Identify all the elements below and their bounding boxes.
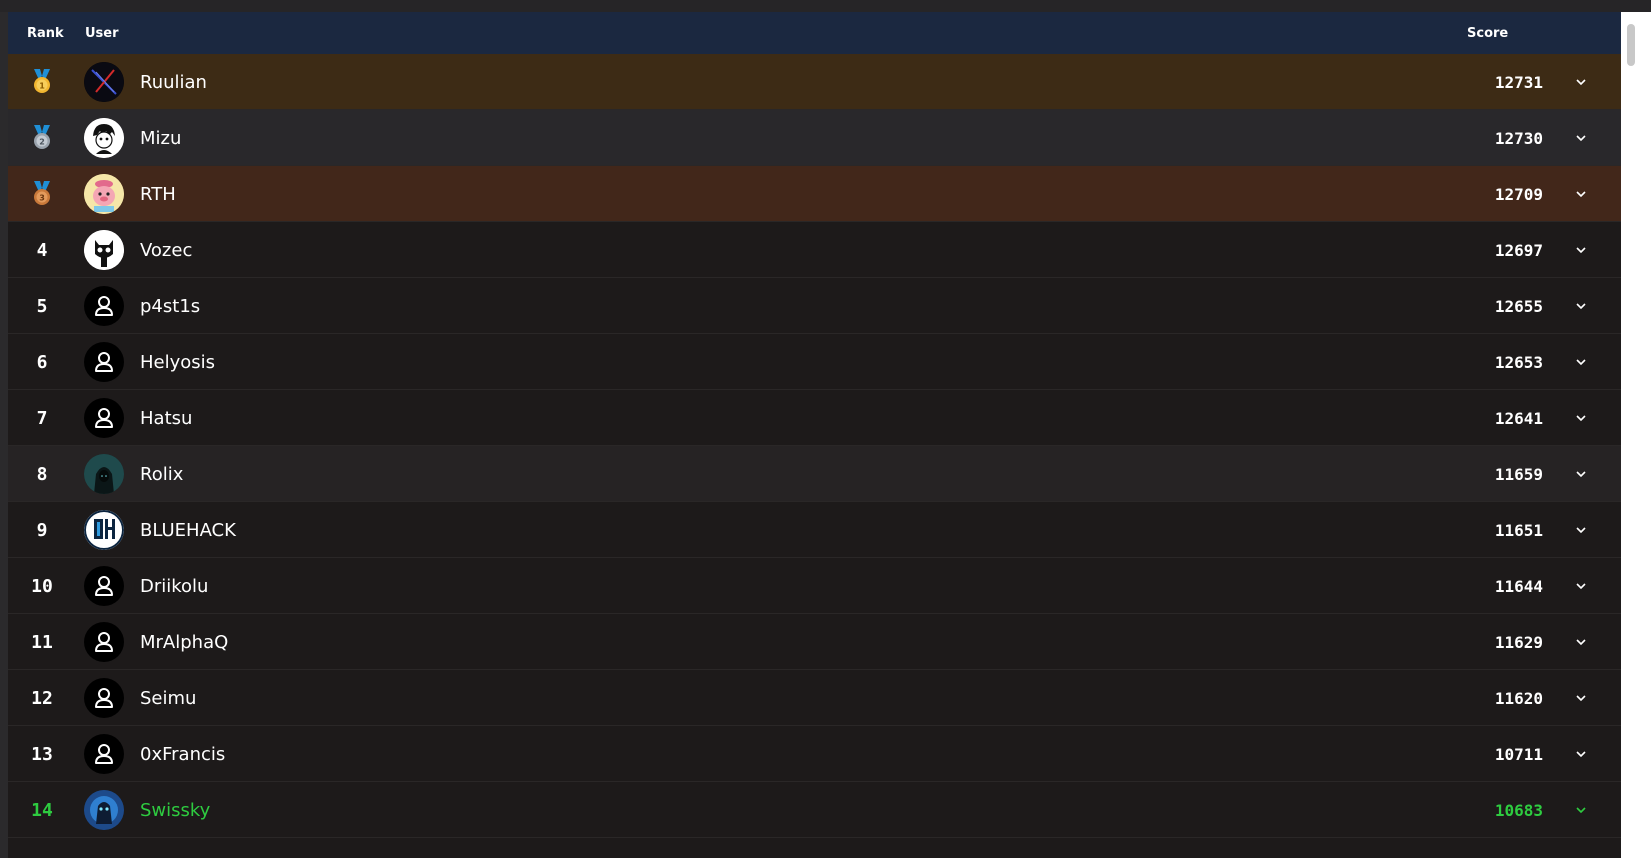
score-value: 12653 (1494, 352, 1543, 372)
chevron-down-icon[interactable] (1571, 278, 1591, 334)
username[interactable]: Seimu (140, 670, 196, 726)
username[interactable]: Helyosis (140, 334, 215, 390)
table-row[interactable]: 12 Seimu 11620 (8, 670, 1621, 726)
score-value: 12731 (1494, 72, 1543, 92)
score-value: 11644 (1494, 576, 1543, 596)
chevron-down-icon[interactable] (1571, 726, 1591, 782)
chevron-down-icon[interactable] (1571, 222, 1591, 278)
table-row[interactable]: 6 Helyosis 12653 (8, 334, 1621, 390)
username[interactable]: Ruulian (140, 54, 207, 110)
table-header: Rank User Score (8, 12, 1621, 54)
chevron-down-icon[interactable] (1571, 334, 1591, 390)
svg-text:1: 1 (39, 82, 45, 91)
rank-number: 9 (36, 519, 48, 541)
rank-number: 5 (36, 295, 48, 317)
avatar (84, 174, 124, 214)
table-row[interactable]: 1 Ruulian 12731 (8, 54, 1621, 110)
username[interactable]: BLUEHACK (140, 502, 236, 558)
chevron-down-icon[interactable] (1571, 558, 1591, 614)
chevron-down-icon[interactable] (1571, 502, 1591, 558)
svg-text:3: 3 (39, 194, 45, 203)
score-value: 10683 (1494, 800, 1543, 820)
table-row[interactable]: 10 Driikolu 11644 (8, 558, 1621, 614)
avatar (84, 62, 124, 102)
score-value: 10711 (1494, 744, 1543, 764)
rank-number: 11 (31, 631, 53, 653)
username[interactable]: Mizu (140, 110, 181, 166)
table-row-current-user[interactable]: 14 Swissky 10683 (8, 782, 1621, 838)
table-row[interactable]: 8 Rolix 11659 (8, 446, 1621, 502)
username[interactable]: p4st1s (140, 278, 200, 334)
score-value: 11651 (1494, 520, 1543, 540)
score-value: 11620 (1494, 688, 1543, 708)
chevron-down-icon[interactable] (1571, 614, 1591, 670)
table-row[interactable]: 5 p4st1s 12655 (8, 278, 1621, 334)
default-user-icon (84, 286, 124, 326)
avatar (84, 230, 124, 270)
rank-number: 7 (36, 407, 48, 429)
rank-number: 6 (36, 351, 48, 373)
score-value: 12697 (1494, 240, 1543, 260)
username[interactable]: Hatsu (140, 390, 192, 446)
chevron-down-icon[interactable] (1571, 670, 1591, 726)
default-user-icon (84, 622, 124, 662)
rank-number: 4 (36, 239, 48, 261)
default-user-icon (84, 566, 124, 606)
svg-text:2: 2 (39, 138, 45, 147)
rank-number: 10 (31, 575, 53, 597)
score-value: 12641 (1494, 408, 1543, 428)
table-row[interactable]: 9 BLUEHACK 11651 (8, 502, 1621, 558)
table-row[interactable]: 11 MrAlphaQ 11629 (8, 614, 1621, 670)
username[interactable]: RTH (140, 166, 176, 222)
chevron-down-icon[interactable] (1571, 166, 1591, 222)
silver-medal-icon: 2 (8, 110, 76, 166)
score-column-header: Score (1467, 26, 1509, 41)
default-user-icon (84, 342, 124, 382)
rank-number: 8 (36, 463, 48, 485)
avatar (84, 790, 124, 830)
chevron-down-icon[interactable] (1571, 110, 1591, 166)
bronze-medal-icon: 3 (8, 166, 76, 222)
table-row[interactable]: 2 Mizu 12730 (8, 110, 1621, 166)
score-value: 12709 (1494, 184, 1543, 204)
leaderboard-table: Rank User Score 1 Ruulian 12731 2 Mizu 1… (8, 12, 1621, 858)
chevron-down-icon[interactable] (1571, 54, 1591, 110)
username[interactable]: MrAlphaQ (140, 614, 228, 670)
default-user-icon (84, 678, 124, 718)
table-row[interactable]: 7 Hatsu 12641 (8, 390, 1621, 446)
avatar (84, 118, 124, 158)
scrollbar-thumb[interactable] (1627, 24, 1635, 66)
username[interactable]: Vozec (140, 222, 192, 278)
default-user-icon (84, 398, 124, 438)
rank-number: 14 (31, 799, 53, 821)
avatar (84, 454, 124, 494)
chevron-down-icon[interactable] (1571, 782, 1591, 838)
scrollbar-track[interactable] (1621, 12, 1651, 858)
avatar (84, 510, 124, 550)
score-value: 11659 (1494, 464, 1543, 484)
username[interactable]: 0xFrancis (140, 726, 225, 782)
default-user-icon (84, 734, 124, 774)
score-value: 12655 (1494, 296, 1543, 316)
chevron-down-icon[interactable] (1571, 446, 1591, 502)
window-top-strip (0, 0, 1651, 12)
username[interactable]: Swissky (140, 782, 210, 838)
user-column-header: User (85, 26, 119, 41)
rank-column-header: Rank (27, 26, 64, 41)
score-value: 11629 (1494, 632, 1543, 652)
username[interactable]: Driikolu (140, 558, 208, 614)
chevron-down-icon[interactable] (1571, 390, 1591, 446)
table-row[interactable]: 3 RTH 12709 (8, 166, 1621, 222)
rank-number: 13 (31, 743, 53, 765)
table-row[interactable]: 13 0xFrancis 10711 (8, 726, 1621, 782)
score-value: 12730 (1494, 128, 1543, 148)
table-row[interactable]: 4 Vozec 12697 (8, 222, 1621, 278)
gold-medal-icon: 1 (8, 54, 76, 110)
username[interactable]: Rolix (140, 446, 183, 502)
rank-number: 12 (31, 687, 53, 709)
